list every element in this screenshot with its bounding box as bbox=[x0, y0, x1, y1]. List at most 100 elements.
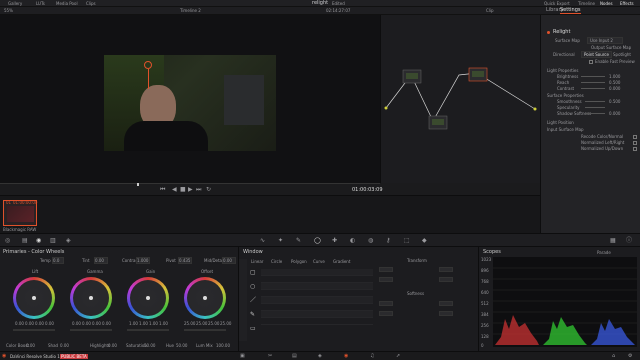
normalized-up-checkbox[interactable] bbox=[633, 147, 637, 151]
zoom-select[interactable]: 55% bbox=[4, 8, 13, 13]
gamma-value-r[interactable]: 0.00 bbox=[82, 321, 91, 326]
pivot-value[interactable]: 0.435 bbox=[178, 257, 192, 264]
media-pool-tab[interactable]: Media Pool bbox=[56, 1, 78, 6]
key-icon[interactable]: ⚷ bbox=[386, 237, 390, 244]
reach-value[interactable]: 0.500 bbox=[609, 80, 620, 85]
home-icon[interactable]: ⌂ bbox=[612, 353, 615, 359]
tint-value[interactable]: 0.00 bbox=[94, 257, 108, 264]
window-list[interactable] bbox=[261, 269, 373, 343]
gain-value-b[interactable]: 1.00 bbox=[159, 321, 168, 326]
gamma-master-slider[interactable] bbox=[70, 329, 112, 331]
scope-mode-select[interactable]: Parade bbox=[597, 250, 611, 255]
brush-tool-icon[interactable]: ✎ bbox=[250, 311, 255, 318]
quick-export-button[interactable]: Quick Export bbox=[544, 1, 570, 6]
shape-circle[interactable]: Circle bbox=[271, 259, 282, 264]
go-to-start-icon[interactable]: ⏮ bbox=[160, 186, 165, 193]
normalized-left-checkbox[interactable] bbox=[633, 141, 637, 145]
transform-field-4[interactable] bbox=[439, 277, 453, 282]
loop-icon[interactable]: ↻ bbox=[206, 186, 211, 193]
shape-polygon[interactable]: Polygon bbox=[291, 259, 307, 264]
lift-wheel[interactable] bbox=[13, 277, 55, 319]
page-edit-icon[interactable]: ▤ bbox=[292, 353, 297, 359]
gamma-value-b[interactable]: 0.00 bbox=[102, 321, 111, 326]
lift-value-g[interactable]: 0.00 bbox=[35, 321, 44, 326]
input-surface-map-header[interactable]: Input Surface Map bbox=[547, 127, 584, 132]
timeline-tab[interactable]: Timeline bbox=[578, 1, 595, 6]
fast-preview-checkbox[interactable] bbox=[589, 60, 593, 64]
light-properties-header[interactable]: Light Properties bbox=[547, 68, 578, 73]
contrast-value[interactable]: 0.000 bbox=[609, 86, 620, 91]
effect-enabled-icon[interactable] bbox=[547, 31, 550, 34]
gallery-tab[interactable]: Gallery bbox=[8, 1, 22, 6]
lum-mix-value[interactable]: 100.00 bbox=[216, 343, 230, 348]
gamma-value-y[interactable]: 0.00 bbox=[72, 321, 81, 326]
lift-value-y[interactable]: 0.00 bbox=[15, 321, 24, 326]
shad-value[interactable]: 0.00 bbox=[60, 343, 69, 348]
mid-detail-value[interactable]: 0.00 bbox=[222, 257, 236, 264]
smoothness-slider[interactable] bbox=[585, 101, 605, 102]
page-fusion-icon[interactable]: ◈ bbox=[318, 353, 322, 359]
warper-icon[interactable]: ✦ bbox=[278, 237, 283, 244]
play-reverse-icon[interactable]: ◀ bbox=[172, 186, 177, 193]
offset-value-b[interactable]: 25.00 bbox=[220, 321, 231, 326]
gain-value-y[interactable]: 1.00 bbox=[129, 321, 138, 326]
effects-tab[interactable]: Effects bbox=[620, 1, 634, 6]
pen-tool-icon[interactable]: ／ bbox=[250, 297, 256, 304]
gain-value-g[interactable]: 1.00 bbox=[149, 321, 158, 326]
shadow-softness-slider[interactable] bbox=[585, 113, 605, 114]
gradient-tool-icon[interactable]: ▭ bbox=[250, 325, 256, 332]
page-deliver-icon[interactable]: ➚ bbox=[396, 353, 400, 359]
stop-icon[interactable]: ■ bbox=[180, 186, 186, 193]
gamma-value-g[interactable]: 0.00 bbox=[92, 321, 101, 326]
saturation-value[interactable]: 50.00 bbox=[144, 343, 155, 348]
light-type-spotlight[interactable]: Spotlight bbox=[613, 52, 631, 57]
gamma-wheel[interactable] bbox=[70, 277, 112, 319]
qualifier-icon[interactable]: ✎ bbox=[296, 237, 301, 244]
brightness-value[interactable]: 1.000 bbox=[609, 74, 620, 79]
contrast-value[interactable]: 1.000 bbox=[136, 257, 150, 264]
brightness-slider[interactable] bbox=[581, 76, 605, 77]
softness-field-4[interactable] bbox=[439, 311, 453, 316]
sizing-icon[interactable]: ⬚ bbox=[404, 237, 410, 244]
transform-field-3[interactable] bbox=[439, 267, 453, 272]
page-media-icon[interactable]: ▣ bbox=[240, 353, 245, 359]
info-icon[interactable]: ⓘ bbox=[626, 237, 632, 244]
rectangle-tool-icon[interactable]: ▢ bbox=[250, 269, 256, 276]
softness-field-1[interactable] bbox=[379, 301, 393, 306]
offset-value-g[interactable]: 25.00 bbox=[208, 321, 219, 326]
offset-master-slider[interactable] bbox=[184, 329, 226, 331]
lift-value-r[interactable]: 0.00 bbox=[25, 321, 34, 326]
circle-tool-icon[interactable]: ○ bbox=[250, 283, 255, 290]
transform-field-1[interactable] bbox=[379, 267, 393, 272]
page-fairlight-icon[interactable]: ♫ bbox=[370, 353, 374, 359]
play-icon[interactable]: ▶ bbox=[188, 186, 193, 193]
video-frame[interactable] bbox=[104, 55, 276, 151]
light-position-header[interactable]: Light Position bbox=[547, 120, 574, 125]
offset-value-r[interactable]: 25.00 bbox=[196, 321, 207, 326]
hue-value[interactable]: 50.00 bbox=[176, 343, 187, 348]
specularity-slider[interactable] bbox=[585, 107, 605, 108]
offset-wheel[interactable] bbox=[184, 277, 226, 319]
shape-curve[interactable]: Curve bbox=[313, 259, 325, 264]
window-icon[interactable]: ◯ bbox=[314, 237, 321, 244]
inspector-tab-settings[interactable]: Settings bbox=[560, 7, 581, 14]
playhead[interactable] bbox=[137, 183, 139, 186]
clip-thumbnail[interactable]: 01 01:00:00:00 bbox=[3, 200, 37, 226]
contrast-slider[interactable] bbox=[581, 88, 605, 89]
shape-gradient[interactable]: Gradient bbox=[333, 259, 350, 264]
lift-master-slider[interactable] bbox=[13, 329, 55, 331]
recode-checkbox[interactable] bbox=[633, 135, 637, 139]
page-color-icon[interactable]: ◉ bbox=[344, 353, 348, 359]
surface-map-select[interactable]: Use Input 2 bbox=[587, 37, 623, 44]
temp-value[interactable]: 0.0 bbox=[52, 257, 64, 264]
timeline-name[interactable]: Timeline 2 bbox=[180, 8, 201, 13]
light-type-directional[interactable]: Directional bbox=[553, 52, 575, 57]
color-wheels-icon[interactable]: ◉ bbox=[36, 237, 41, 244]
gain-master-slider[interactable] bbox=[127, 329, 169, 331]
magic-mask-icon[interactable]: ◐ bbox=[350, 237, 355, 244]
scrubber-track[interactable] bbox=[0, 183, 380, 184]
color-match-icon[interactable]: ▤ bbox=[22, 237, 28, 244]
tracker-icon[interactable]: ✚ bbox=[332, 237, 337, 244]
nodes-tab[interactable]: Nodes bbox=[600, 1, 613, 6]
offset-value-y[interactable]: 25.00 bbox=[184, 321, 195, 326]
